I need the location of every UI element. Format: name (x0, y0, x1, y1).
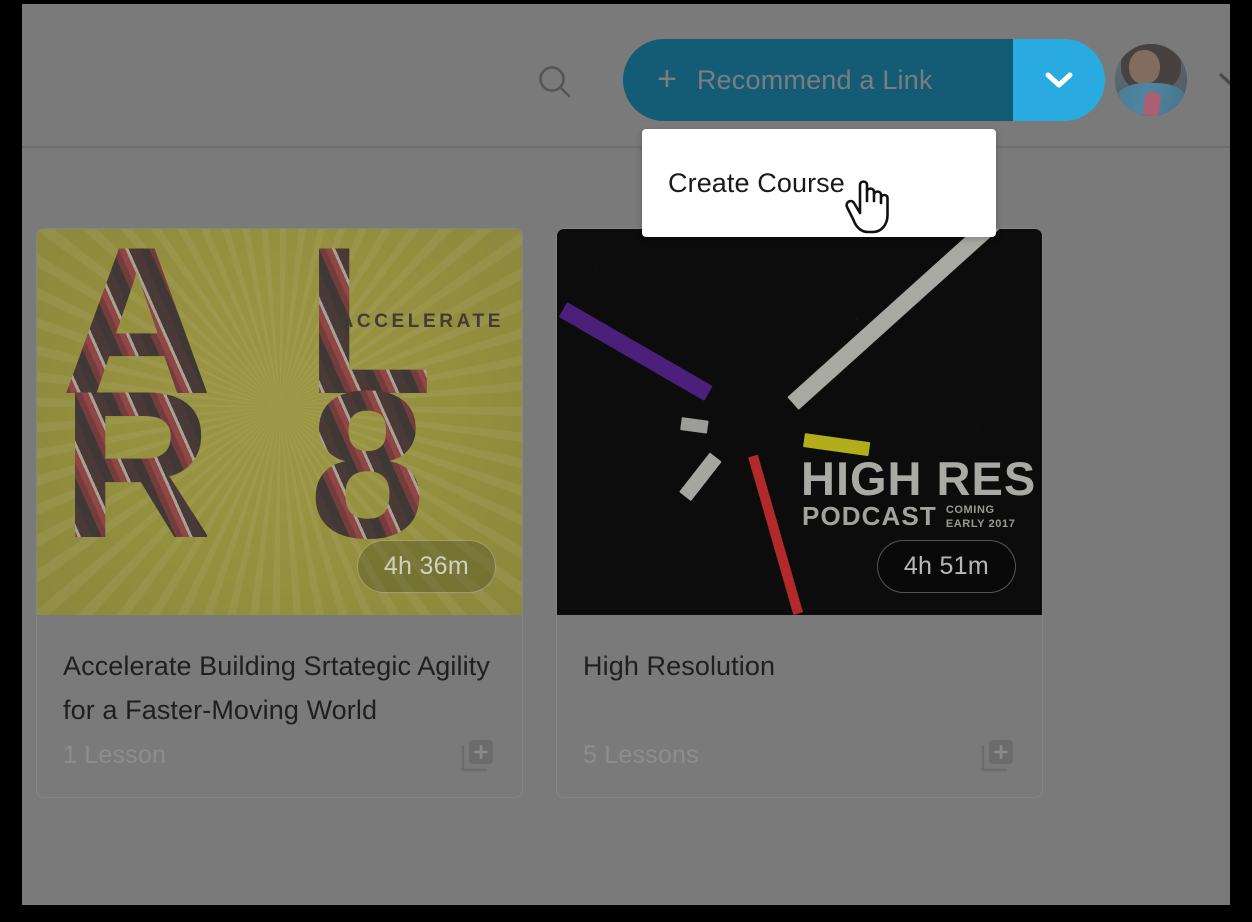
recommend-a-link-split-button[interactable]: + Recommend a Link (623, 39, 1105, 121)
recommend-dropdown-menu: Create Course (642, 129, 996, 237)
header-bar: + Recommend a Link (22, 4, 1230, 148)
user-menu[interactable] (1115, 44, 1230, 116)
artwork-title: HIGH RES (801, 452, 1037, 505)
avatar[interactable] (1115, 44, 1187, 116)
course-card-body: Accelerate Building Srtategic Agility fo… (37, 615, 522, 797)
course-card-body: High Resolution 5 Lessons (557, 615, 1042, 797)
course-card-footer: 5 Lessons (583, 737, 1016, 773)
page-surface: + Recommend a Link Create Course A L R 8… (22, 4, 1230, 905)
app-window-frame: + Recommend a Link Create Course A L R 8… (0, 0, 1252, 922)
course-title: High Resolution (583, 651, 776, 681)
course-thumbnail: HIGH RES PODCAST COMING EARLY 2017 4h 51… (557, 229, 1042, 615)
lesson-count: 5 Lessons (583, 740, 699, 769)
chevron-down-icon (1219, 73, 1230, 86)
artwork-note-line2: EARLY 2017 (945, 517, 1016, 530)
course-thumbnail: A L R 8 ACCELERATE 4h 36m (37, 229, 522, 615)
course-card-footer: 1 Lesson (63, 737, 496, 773)
artwork-note-line1: COMING (945, 504, 995, 516)
recommend-dropdown-toggle[interactable] (1013, 39, 1105, 121)
course-card[interactable]: A L R 8 ACCELERATE 4h 36m Accelerate Bui… (36, 228, 523, 798)
duration-badge: 4h 51m (876, 540, 1016, 593)
plus-icon: + (657, 59, 677, 98)
recommend-a-link-button[interactable]: + Recommend a Link (623, 39, 1013, 121)
course-cards-grid: A L R 8 ACCELERATE 4h 36m Accelerate Bui… (36, 228, 1216, 798)
chevron-down-icon (1045, 72, 1073, 88)
add-to-collection-icon[interactable] (980, 737, 1016, 773)
add-to-collection-icon[interactable] (460, 737, 496, 773)
artwork-note: COMING EARLY 2017 (946, 504, 1016, 532)
recommend-a-link-label: Recommend a Link (696, 64, 933, 95)
artwork-subtitle: PODCAST (802, 501, 937, 531)
user-menu-chevron[interactable] (1217, 70, 1230, 90)
search-icon[interactable] (527, 54, 583, 110)
menu-item-create-course[interactable]: Create Course (642, 129, 996, 237)
lesson-count: 1 Lesson (63, 740, 167, 769)
course-card[interactable]: HIGH RES PODCAST COMING EARLY 2017 4h 51… (556, 228, 1043, 798)
course-title: Accelerate Building Srtategic Agility fo… (63, 651, 490, 725)
menu-item-label: Create Course (668, 167, 845, 198)
duration-badge: 4h 36m (356, 540, 496, 593)
